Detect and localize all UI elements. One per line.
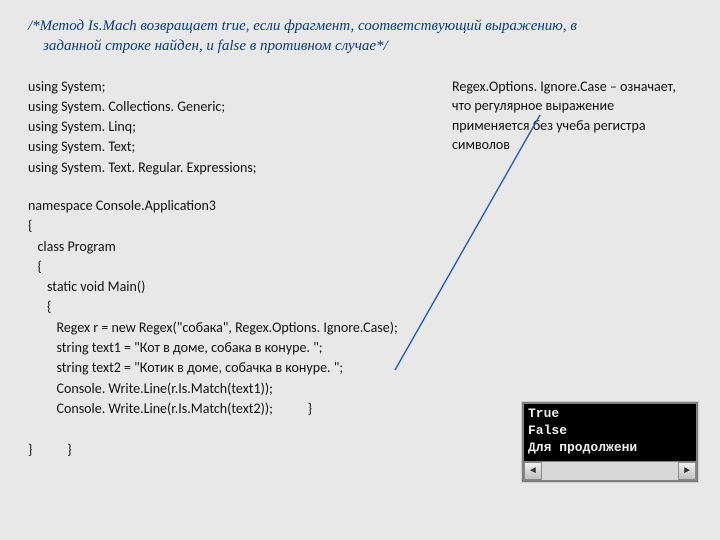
scroll-left-icon[interactable]: ◄	[524, 462, 542, 480]
console-output: True False Для продолжени	[524, 404, 696, 461]
comment-title: /*Метод Is.Mach возвращает true, если фр…	[28, 16, 692, 57]
console-line: Для продолжени	[528, 440, 637, 455]
scroll-right-icon[interactable]: ►	[678, 462, 696, 480]
using-line: using System. Linq;	[28, 117, 408, 137]
slide: /*Метод Is.Mach возвращает true, если фр…	[0, 0, 720, 540]
title-line-2: заданной строке найден, и false в против…	[43, 38, 388, 54]
console-scrollbar[interactable]: ◄ ►	[524, 461, 696, 480]
using-line: using System. Text;	[28, 137, 408, 157]
console-line: False	[528, 423, 567, 438]
scroll-track[interactable]	[542, 462, 678, 480]
using-block: using System; using System. Collections.…	[28, 77, 408, 178]
using-line: using System. Text. Regular. Expressions…	[28, 158, 408, 178]
title-line-1: /*Метод Is.Mach возвращает true, если фр…	[28, 18, 577, 34]
using-line: using System;	[28, 77, 408, 97]
annotation-text: Regex.Options. Ignore.Case – означает, ч…	[452, 77, 692, 155]
console-line: True	[528, 406, 559, 421]
using-line: using System. Collections. Generic;	[28, 97, 408, 117]
console-window: True False Для продолжени ◄ ►	[522, 402, 698, 482]
